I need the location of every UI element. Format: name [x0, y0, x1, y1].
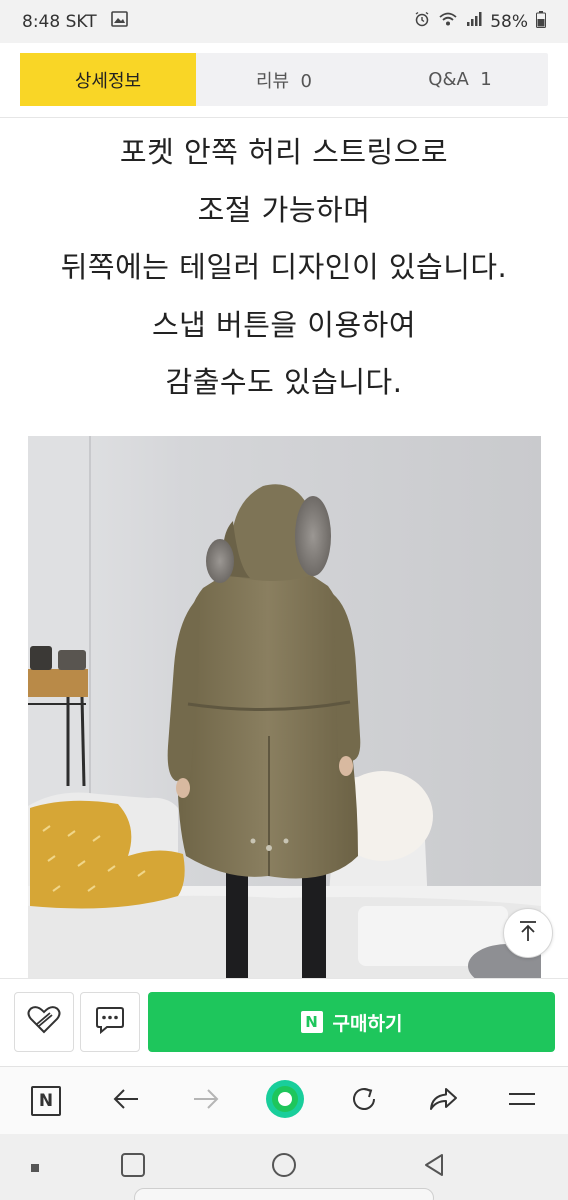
back-button[interactable]	[96, 1067, 156, 1135]
description-line: 뒤쪽에는 테일러 디자인이 있습니다.	[60, 250, 508, 284]
refresh-icon	[349, 1084, 379, 1118]
description-line: 조절 가능하며	[197, 192, 371, 227]
green-dot-icon	[264, 1078, 306, 1124]
clock: 8:48 SKT	[22, 12, 97, 32]
battery-icon	[536, 10, 546, 33]
wifi-icon	[438, 11, 458, 32]
talk-button[interactable]	[80, 992, 140, 1052]
green-dot-button[interactable]	[255, 1067, 315, 1135]
battery-text: 58%	[490, 11, 528, 32]
back-arrow-icon	[112, 1087, 140, 1115]
chat-icon	[95, 1006, 125, 1038]
buy-button[interactable]: N 구매하기	[148, 992, 555, 1052]
description-line: 스냅 버튼을 이용하여	[151, 307, 417, 342]
divider	[0, 117, 568, 118]
tab-detail-info-label: 상세정보	[74, 70, 142, 92]
share-icon	[428, 1086, 458, 1116]
status-right: 58%	[414, 10, 546, 33]
forward-arrow-icon	[192, 1087, 220, 1115]
back-icon	[422, 1152, 446, 1182]
like-button[interactable]	[14, 992, 74, 1052]
share-button[interactable]	[413, 1067, 473, 1135]
buy-button-label: 구매하기	[332, 1012, 403, 1035]
heart-icon	[27, 1005, 61, 1039]
menu-icon	[508, 1090, 536, 1112]
refresh-button[interactable]	[334, 1067, 394, 1135]
tab-reviews-label: 리뷰 0	[255, 70, 312, 92]
menu-button[interactable]	[492, 1067, 552, 1135]
detail-tabs: 상세정보 리뷰 0 Q&A 1	[20, 53, 548, 106]
description-line: 포켓 안쪽 허리 스트링으로	[119, 135, 449, 169]
small-square-icon	[30, 1158, 40, 1177]
signal-icon	[466, 11, 482, 32]
naver-home-button[interactable]: N	[16, 1067, 76, 1135]
product-description: 포켓 안쪽 허리 스트링으로 조절 가능하며 뒤쪽에는 테일러 디자인이 있습니…	[0, 126, 568, 414]
tab-detail-info[interactable]: 상세정보	[20, 53, 196, 106]
forward-button[interactable]	[176, 1067, 236, 1135]
gesture-pill	[134, 1188, 434, 1200]
naver-home-icon: N	[31, 1086, 61, 1116]
naver-pay-badge: N	[300, 1011, 323, 1033]
alarm-icon	[414, 11, 430, 32]
nav-dot	[5, 1134, 65, 1200]
status-bar: 8:48 SKT 58%	[0, 0, 568, 43]
time-text: 8:48	[22, 11, 61, 32]
product-photo	[28, 436, 541, 978]
tab-qna[interactable]: Q&A 1	[372, 53, 548, 106]
tab-qna-label: Q&A 1	[428, 69, 492, 90]
coat-back-illustration	[28, 436, 541, 978]
status-left: 8:48 SKT	[22, 11, 128, 32]
carrier-text: SKT	[65, 11, 97, 32]
purchase-action-bar: N 구매하기	[0, 978, 568, 1065]
browser-toolbar: N	[0, 1066, 568, 1134]
description-line: 감출수도 있습니다.	[165, 365, 403, 399]
scroll-top-button[interactable]	[503, 908, 553, 958]
tab-reviews[interactable]: 리뷰 0	[196, 53, 372, 106]
recent-apps-icon	[120, 1152, 146, 1182]
home-icon	[270, 1151, 298, 1183]
arrow-up-icon	[516, 919, 540, 947]
gallery-icon	[110, 11, 128, 32]
